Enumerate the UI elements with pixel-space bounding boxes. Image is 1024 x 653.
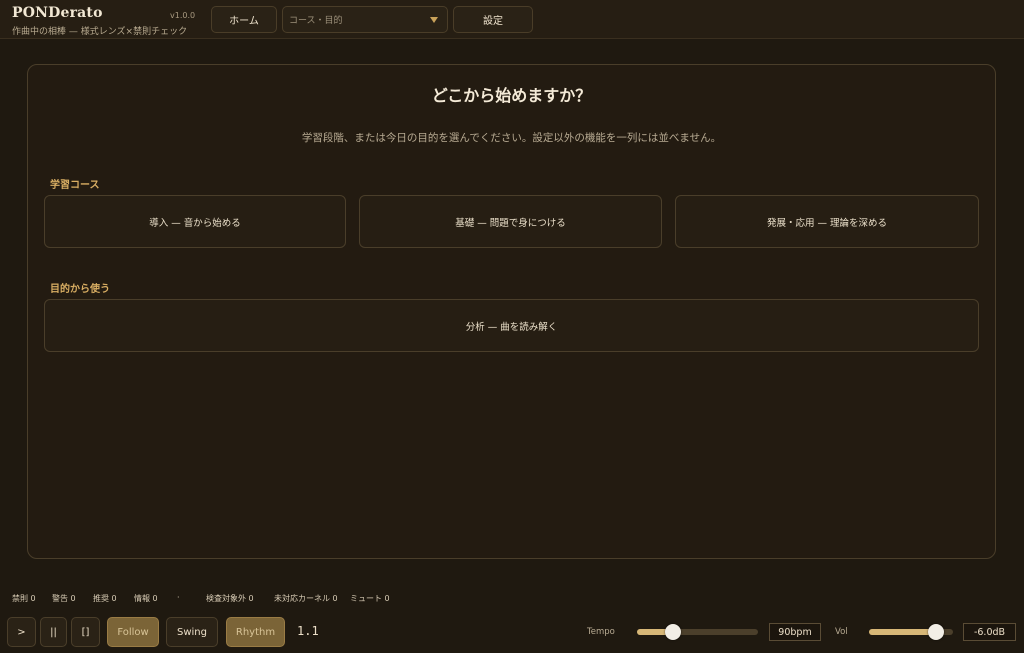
volume-slider-handle[interactable] xyxy=(928,624,945,640)
course-advanced-button[interactable]: 発展・応用 — 理論を深める xyxy=(675,195,979,248)
status-recommend-count: 推奨 0 xyxy=(93,594,117,603)
course-select[interactable]: コース・目的 xyxy=(282,6,448,33)
section-label-purpose: 目的から使う xyxy=(50,284,110,295)
volume-slider[interactable] xyxy=(869,624,953,640)
app-tagline: 作曲中の相棒 — 様式レンズ×禁則チェック xyxy=(12,27,188,37)
play-button[interactable]: > xyxy=(7,617,36,647)
tempo-slider-handle[interactable] xyxy=(665,624,682,640)
status-forbidden-count: 禁則 0 xyxy=(12,594,36,603)
status-unchecked-count: 検査対象外 0 xyxy=(206,594,254,603)
header-bar: PONDerato v1.0.0 作曲中の相棒 — 様式レンズ×禁則チェック ホ… xyxy=(0,0,1024,39)
status-mute-count: ミュート 0 xyxy=(350,594,390,603)
status-info-count: 情報 0 xyxy=(134,594,158,603)
volume-label: Vol xyxy=(835,627,848,637)
start-panel: どこから始めますか？ 学習段階、または今日の目的を選んでください。設定以外の機能… xyxy=(27,64,996,559)
course-select-placeholder: コース・目的 xyxy=(289,16,343,26)
pause-button[interactable]: || xyxy=(40,617,67,647)
section-label-courses: 学習コース xyxy=(50,180,100,191)
volume-slider-fill xyxy=(869,629,937,635)
tempo-label: Tempo xyxy=(587,627,615,637)
stop-button[interactable]: [] xyxy=(71,617,100,647)
status-warning-count: 警告 0 xyxy=(52,594,76,603)
home-button[interactable]: ホーム xyxy=(211,6,277,33)
page-subtitle: 学習段階、または今日の目的を選んでください。設定以外の機能を一列には並べません。 xyxy=(301,132,722,144)
follow-toggle[interactable]: Follow xyxy=(107,617,159,647)
page-title: どこから始めますか？ xyxy=(431,86,592,105)
settings-button[interactable]: 設定 xyxy=(453,6,533,33)
app-title: PONDerato xyxy=(12,5,103,21)
course-basic-button[interactable]: 基礎 — 問題で身につける xyxy=(359,195,662,248)
status-separator: · xyxy=(177,593,180,602)
swing-toggle[interactable]: Swing xyxy=(166,617,218,647)
tempo-slider[interactable] xyxy=(637,624,758,640)
status-unsupported-kernel-count: 未対応カーネル 0 xyxy=(274,594,338,603)
playback-position: 1.1 xyxy=(297,624,319,638)
app-version: v1.0.0 xyxy=(170,11,196,20)
course-intro-button[interactable]: 導入 — 音から始める xyxy=(44,195,346,248)
rhythm-toggle[interactable]: Rhythm xyxy=(226,617,285,647)
volume-value[interactable]: -6.0dB xyxy=(963,623,1016,641)
chevron-down-icon xyxy=(430,17,438,23)
purpose-analysis-button[interactable]: 分析 — 曲を読み解く xyxy=(44,299,979,352)
tempo-value[interactable]: 90bpm xyxy=(769,623,821,641)
app-window: PONDerato v1.0.0 作曲中の相棒 — 様式レンズ×禁則チェック ホ… xyxy=(0,0,1024,653)
